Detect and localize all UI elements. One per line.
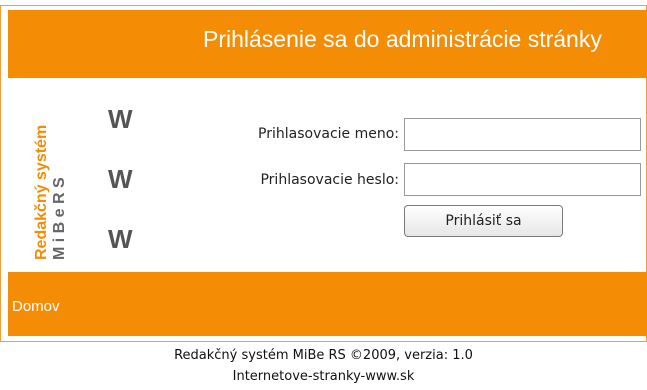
watermark-letter: W: [108, 224, 133, 254]
login-button[interactable]: Prihlásiť sa: [404, 205, 563, 237]
password-label: Prihlasovacie heslo:: [260, 172, 399, 188]
footer-site: Internetove-stranky-www.sk: [232, 369, 415, 384]
nav-bar: Domov: [8, 272, 647, 336]
brand-sub-text: M i B e R S: [51, 177, 68, 260]
username-label: Prihlasovacie meno:: [258, 126, 399, 142]
brand-name-text: Redakčný systém: [33, 125, 50, 260]
brand-logo: Redakčný systém M i B e R S: [33, 125, 68, 260]
watermark-letter: W: [108, 164, 133, 194]
watermark-letter: W: [108, 104, 133, 134]
page-title: Prihlásenie sa do administrácie stránky: [203, 26, 602, 52]
header-bar: Prihlásenie sa do administrácie stránky: [8, 10, 647, 78]
footer-credit: Redakčný systém MiBe RS ©2009, verzia: 1…: [174, 348, 473, 363]
home-link[interactable]: Domov: [12, 298, 60, 315]
username-input[interactable]: [404, 118, 641, 151]
password-input[interactable]: [404, 163, 641, 196]
